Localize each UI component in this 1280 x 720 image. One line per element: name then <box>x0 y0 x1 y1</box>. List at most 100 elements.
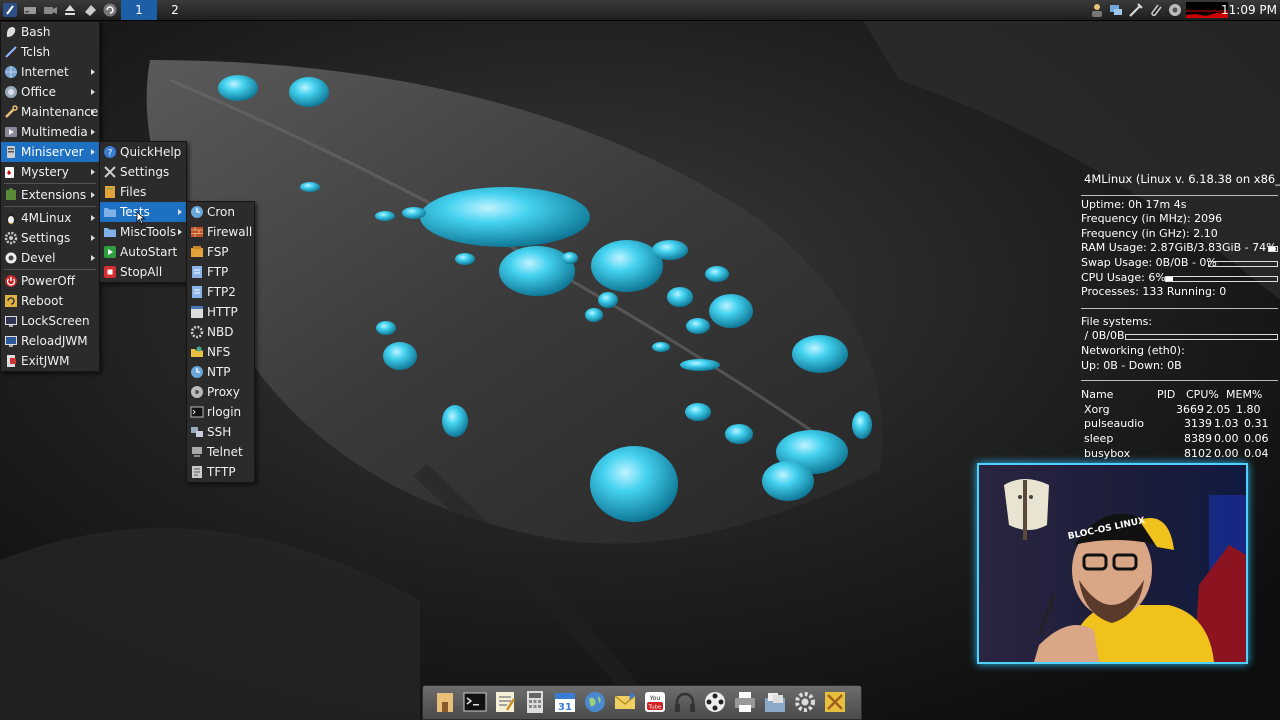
menu-item-label: Office <box>21 85 57 99</box>
menu-item-ftp2[interactable]: FTP2 <box>187 282 254 302</box>
menu-item-nfs[interactable]: NFS <box>187 342 254 362</box>
tray-user-icon[interactable] <box>1089 2 1105 18</box>
menu-item-nbd[interactable]: NBD <box>187 322 254 342</box>
menu-item-reboot[interactable]: Reboot <box>1 291 99 311</box>
firewall-icon <box>190 225 204 239</box>
menu-item-rlogin[interactable]: rlogin <box>187 402 254 422</box>
mail-icon[interactable] <box>613 690 637 714</box>
eraser-icon[interactable] <box>82 2 98 18</box>
file-manager-icon[interactable] <box>763 690 787 714</box>
menu-item-autostart[interactable]: AutoStart <box>100 242 186 262</box>
tray-network-icon[interactable] <box>1108 2 1124 18</box>
process-name: busybox <box>1084 446 1131 460</box>
workspace-2-button[interactable]: 2 <box>157 0 193 20</box>
wrench-icon <box>4 105 18 119</box>
update-icon[interactable] <box>102 2 118 18</box>
submenu-arrow-icon <box>178 229 182 235</box>
globe-icon <box>4 65 18 79</box>
menu-item-firewall[interactable]: Firewall <box>187 222 254 242</box>
filesystem-bar <box>1125 334 1278 341</box>
menu-item-internet[interactable]: Internet <box>1 62 99 82</box>
menu-item-ssh[interactable]: SSH <box>187 422 254 442</box>
browser-icon[interactable] <box>583 690 607 714</box>
swap-usage-text: Swap Usage: 0B/0B - 0% <box>1081 255 1217 269</box>
menu-item-miniserver[interactable]: Miniserver <box>1 142 99 162</box>
menu-item-settings[interactable]: Settings <box>100 162 186 182</box>
menu-item-maintenance[interactable]: Maintenance <box>1 102 99 122</box>
terminal-icon[interactable] <box>463 690 487 714</box>
nfs-icon <box>190 345 204 359</box>
tray-clip-icon[interactable] <box>1148 2 1164 18</box>
application-dock: 31 You Tube <box>422 685 862 720</box>
play-icon <box>103 245 117 259</box>
lock-icon <box>4 314 18 328</box>
tray-tools-icon[interactable] <box>1128 2 1144 18</box>
headphones-icon[interactable] <box>673 690 697 714</box>
menu-item-label: Internet <box>21 65 69 79</box>
server-icon <box>4 145 18 159</box>
menu-item-fsp[interactable]: FSP <box>187 242 254 262</box>
home-folder-icon[interactable] <box>433 690 457 714</box>
menu-item-ntp[interactable]: NTP <box>187 362 254 382</box>
main-menu: Bash Tclsh Internet Office Maintenance M… <box>0 21 100 372</box>
cpu-usage-row: CPU Usage: 6% <box>1081 271 1278 286</box>
clock[interactable]: 11:09 PM <box>1221 0 1277 20</box>
menu-item-mystery[interactable]: Mystery <box>1 162 99 182</box>
process-mem: 0.04 <box>1244 446 1269 460</box>
menu-item-files[interactable]: Files <box>100 182 186 202</box>
menu-item-devel[interactable]: Devel <box>1 248 99 268</box>
menu-item-tclsh[interactable]: Tclsh <box>1 42 99 62</box>
menu-item-poweroff[interactable]: PowerOff <box>1 271 99 291</box>
menu-item-proxy[interactable]: Proxy <box>187 382 254 402</box>
calendar-day-text: 31 <box>558 702 572 713</box>
menu-item-cron[interactable]: Cron <box>187 202 254 222</box>
menu-item-stopall[interactable]: StopAll <box>100 262 186 282</box>
frequency-ghz-text: Frequency (in GHz): 2.10 <box>1081 226 1218 240</box>
col-pid: PID <box>1157 388 1176 402</box>
video-icon[interactable] <box>703 690 727 714</box>
process-pid: 8389 <box>1184 431 1212 445</box>
cards-icon <box>4 165 18 179</box>
start-menu-icon[interactable] <box>2 2 18 18</box>
eject-icon[interactable] <box>62 2 78 18</box>
printer-icon[interactable] <box>733 690 757 714</box>
menu-item-4mlinux[interactable]: 4MLinux <box>1 208 99 228</box>
svg-text:?: ? <box>108 149 113 159</box>
menu-item-bash[interactable]: Bash <box>1 22 99 42</box>
menu-item-reloadjwm[interactable]: ReloadJWM <box>1 331 99 351</box>
menu-item-misctools[interactable]: MiscTools <box>100 222 186 242</box>
calculator-icon[interactable] <box>523 690 547 714</box>
menu-item-multimedia[interactable]: Multimedia <box>1 122 99 142</box>
calendar-icon[interactable]: 31 <box>553 690 577 714</box>
menu-item-settings[interactable]: Settings <box>1 228 99 248</box>
menu-item-http[interactable]: HTTP <box>187 302 254 322</box>
menu-item-label: HTTP <box>207 305 238 319</box>
tray-volume-icon[interactable] <box>1167 2 1183 18</box>
menu-item-extensions[interactable]: Extensions <box>1 185 99 205</box>
menu-item-office[interactable]: Office <box>1 82 99 102</box>
http-icon <box>190 305 204 319</box>
menu-item-tftp[interactable]: TFTP <box>187 462 254 482</box>
menu-item-telnet[interactable]: Telnet <box>187 442 254 462</box>
menu-item-ftp[interactable]: FTP <box>187 262 254 282</box>
submenu-arrow-icon <box>91 192 95 198</box>
workspace-1-button[interactable]: 1 <box>121 0 157 20</box>
text-editor-icon[interactable] <box>493 690 517 714</box>
system-monitor: 4MLinux (Linux v. 6.18.38 on x86_64) Upt… <box>1081 172 1280 461</box>
menu-item-label: rlogin <box>207 405 242 419</box>
menu-item-lockscreen[interactable]: LockScreen <box>1 311 99 331</box>
submenu-arrow-icon <box>91 215 95 221</box>
filesystems-label: File systems: <box>1081 314 1153 328</box>
camera-icon[interactable] <box>42 2 58 18</box>
settings-icon[interactable] <box>793 690 817 714</box>
menu-separator <box>4 269 96 270</box>
menu-item-label: Settings <box>120 165 170 179</box>
process-mem: 1.80 <box>1236 402 1261 416</box>
editor-icon[interactable] <box>823 690 847 714</box>
drive-icon[interactable] <box>22 2 38 18</box>
youtube-icon[interactable]: You Tube <box>643 690 667 714</box>
menu-item-quickhelp[interactable]: ? QuickHelp <box>100 142 186 162</box>
process-cpu: 0.00 <box>1214 431 1239 445</box>
menu-item-label: PowerOff <box>21 274 75 288</box>
menu-item-exitjwm[interactable]: ExitJWM <box>1 351 99 371</box>
